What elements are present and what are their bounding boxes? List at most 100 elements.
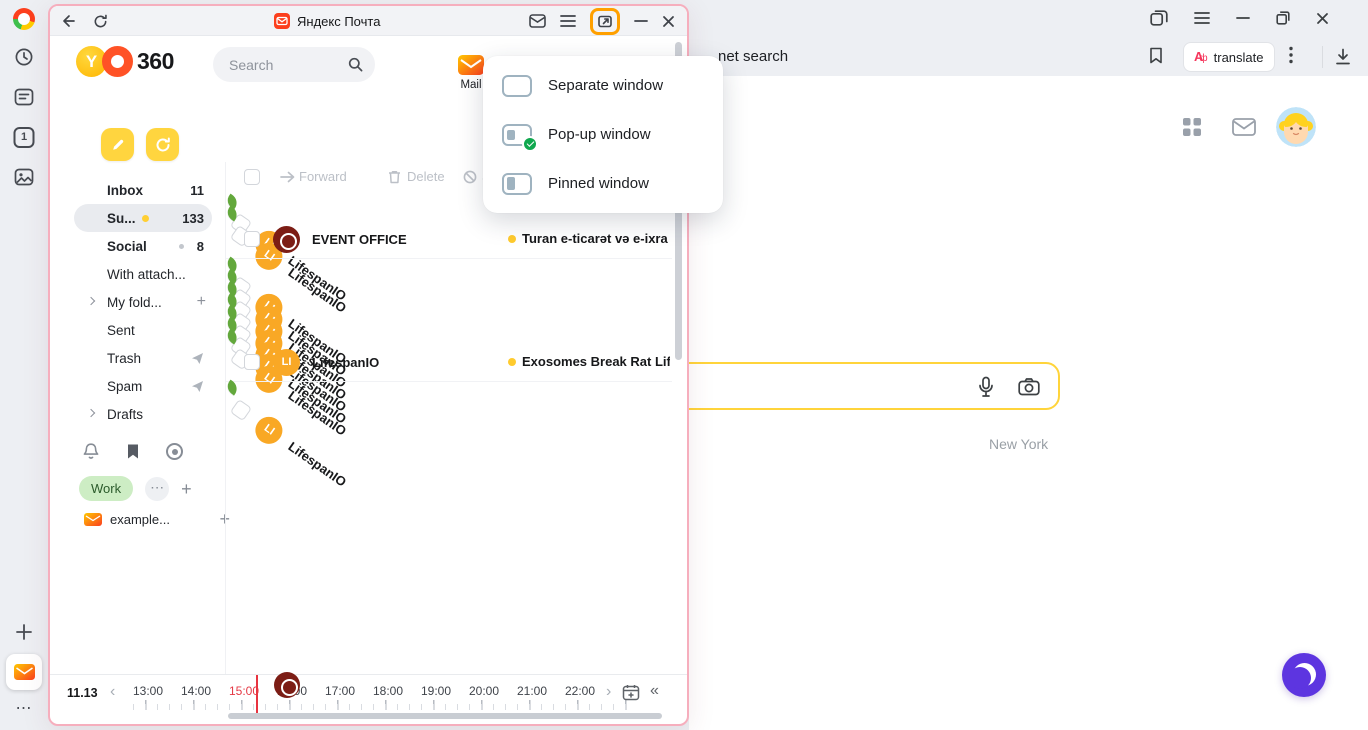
window-mode-icon [501, 172, 533, 196]
alice-assistant-button[interactable] [1282, 653, 1326, 697]
folder-item[interactable]: Social 8 + [74, 232, 212, 260]
feed-icon[interactable] [14, 88, 34, 106]
email-row[interactable]: EVENT OFFICE Turan e-ticarət və e-ixra [226, 220, 672, 259]
menu-item-label: Pinned window [548, 175, 649, 192]
email-checkbox[interactable] [230, 399, 252, 421]
horizontal-scrollbar[interactable] [228, 713, 662, 719]
folder-item[interactable]: Inbox 11 + [74, 176, 212, 204]
timeline-next-icon[interactable]: › [606, 683, 611, 701]
window-close-icon[interactable] [662, 15, 675, 28]
city-label[interactable]: New York [989, 436, 1048, 452]
menu-item[interactable]: Pinned window [483, 159, 723, 208]
select-all-checkbox[interactable] [244, 169, 260, 185]
bell-icon[interactable] [82, 442, 100, 461]
window-minimize-icon[interactable] [634, 19, 648, 23]
timeline-hours: 13:0014:0015:0016:0017:0018:0019:0020:00… [124, 684, 604, 698]
window-title-text: Яндекс Почта [297, 14, 380, 29]
unread-dot [449, 502, 456, 511]
email-subject-group: News from Lifespan. [447, 439, 456, 451]
page-mail-icon[interactable] [1232, 118, 1256, 136]
tags-more-icon[interactable]: ⋯ [145, 477, 169, 501]
unread-dot [142, 215, 149, 222]
folder-item[interactable]: Spam + [74, 372, 212, 400]
folder-count: 8 [197, 239, 204, 254]
timeline-prev-icon[interactable]: ‹ [110, 683, 115, 701]
close-button[interactable] [1316, 12, 1329, 25]
refresh-mail-button[interactable] [146, 128, 179, 161]
account-row[interactable]: example... + [84, 510, 236, 528]
status-circle-icon[interactable] [166, 443, 183, 460]
mail-search-bar[interactable] [213, 47, 375, 82]
services-grid-icon[interactable] [1182, 117, 1202, 137]
chevron-right-icon[interactable] [87, 409, 95, 417]
address-more-icon[interactable] [1289, 46, 1293, 64]
timeline-hour: 13:00 [124, 684, 172, 698]
forward-button[interactable]: Forward [299, 169, 347, 184]
page-search-box[interactable] [644, 362, 1060, 410]
bookmark-filled-icon[interactable] [126, 443, 140, 460]
yandex-360-logo[interactable]: Y 360 [76, 46, 174, 77]
folder-count: 11 [190, 183, 204, 198]
clear-folder-icon[interactable] [191, 352, 204, 365]
window-title: Яндекс Почта [274, 6, 380, 36]
sender-avatar: LI [273, 349, 300, 376]
folder-label: Social [107, 239, 147, 254]
downloads-icon[interactable] [1334, 48, 1352, 66]
add-folder-icon[interactable]: + [197, 294, 206, 310]
compact-mail-icon[interactable] [529, 14, 546, 28]
collapse-timeline-icon[interactable]: « [650, 682, 656, 700]
chevron-right-icon[interactable] [87, 297, 95, 305]
restore-button[interactable] [1276, 11, 1290, 25]
window-menu-icon[interactable] [560, 14, 576, 28]
tag-work[interactable]: Work [79, 476, 133, 501]
sidebar-add-icon[interactable] [15, 623, 33, 641]
window-mode-button-highlighted[interactable] [590, 8, 620, 35]
folder-filter-chips [82, 442, 183, 461]
clear-folder-icon[interactable] [191, 380, 204, 393]
voice-search-icon[interactable] [976, 376, 996, 398]
email-checkbox[interactable] [244, 354, 260, 370]
translate-button[interactable]: Aф translate [1183, 42, 1275, 72]
browser-logo-icon[interactable] [13, 8, 35, 30]
bookmark-icon[interactable] [1149, 47, 1163, 64]
mail-search-input[interactable] [229, 57, 348, 73]
compose-button[interactable] [101, 128, 134, 161]
minimize-button[interactable] [1236, 16, 1250, 20]
timeline-hour: 14:00 [172, 684, 220, 698]
email-row[interactable]: LI LifespanIO News from Lifespan. [224, 380, 241, 397]
menu-item[interactable]: Pop-up window [483, 110, 723, 159]
address-bar-query[interactable]: net search [718, 48, 788, 65]
folder-item[interactable]: Drafts + [74, 400, 212, 428]
folder-item[interactable]: With attach... + [74, 260, 212, 288]
back-icon[interactable] [61, 13, 77, 29]
browser-menu-icon[interactable] [1194, 11, 1210, 25]
add-tag-icon[interactable]: + [181, 480, 192, 498]
current-time-line [256, 675, 258, 713]
email-row[interactable]: LI LifespanIO Exosomes Break Rat Lif [226, 343, 672, 382]
history-icon[interactable] [14, 47, 34, 67]
folder-item[interactable]: Su... 133 + [74, 204, 212, 232]
email-sender: LifespanIO [312, 355, 492, 370]
image-search-icon[interactable] [1018, 378, 1040, 396]
menu-item[interactable]: Separate window [483, 61, 723, 110]
delete-button[interactable]: Delete [407, 169, 445, 184]
email-subject-group: News from Lifespan. [447, 499, 456, 511]
pencil-icon [110, 137, 126, 153]
browser-sidebar: 1 ⋯ [0, 0, 48, 730]
search-icon[interactable] [348, 57, 363, 72]
user-avatar[interactable] [1276, 107, 1316, 147]
folder-label: My fold... [107, 295, 162, 310]
sidebar-more-icon[interactable]: ⋯ [16, 698, 33, 718]
email-checkbox[interactable] [244, 231, 260, 247]
folder-item[interactable]: Sent + [74, 316, 212, 344]
new-event-icon[interactable] [622, 684, 640, 701]
tab-groups-icon[interactable] [1150, 10, 1168, 26]
yandex-mail-app-icon[interactable] [6, 654, 42, 690]
unread-dot [449, 490, 456, 499]
folder-item[interactable]: Trash + [74, 344, 212, 372]
browser-page: New York [689, 76, 1368, 730]
gallery-icon[interactable] [14, 168, 34, 186]
reload-icon[interactable] [93, 14, 108, 29]
tab-counter[interactable]: 1 [14, 127, 35, 148]
folder-item[interactable]: My fold... + [74, 288, 212, 316]
